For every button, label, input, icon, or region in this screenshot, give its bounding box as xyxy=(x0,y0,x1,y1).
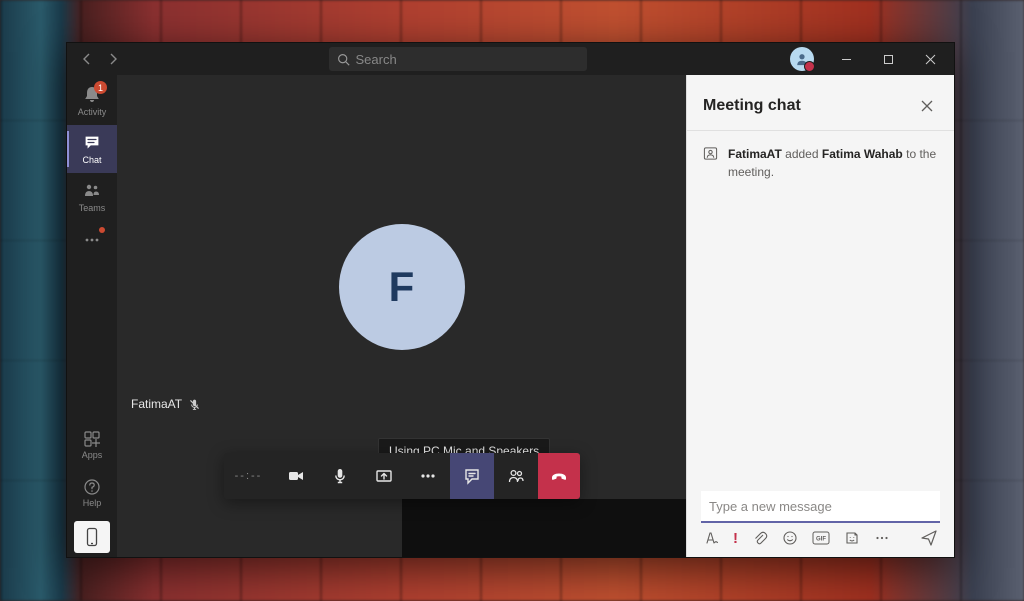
message-input[interactable] xyxy=(701,491,940,523)
titlebar xyxy=(67,43,954,75)
participant-avatar: F xyxy=(339,224,465,350)
nav-activity[interactable]: Activity 1 xyxy=(67,77,117,125)
sticker-icon[interactable] xyxy=(844,530,860,546)
emoji-icon[interactable] xyxy=(782,530,798,546)
maximize-button[interactable] xyxy=(870,45,906,73)
chat-icon xyxy=(82,133,102,153)
teams-icon xyxy=(82,181,102,201)
more-notification-dot xyxy=(99,227,105,233)
priority-icon[interactable]: ! xyxy=(733,530,738,547)
more-compose-icon[interactable] xyxy=(874,530,890,546)
system-message-text: FatimaAT added Fatima Wahab to the meeti… xyxy=(728,145,938,181)
teams-window: Activity 1 Chat Teams Apps He xyxy=(66,42,955,558)
chat-toggle-button[interactable] xyxy=(450,453,494,499)
attach-icon[interactable] xyxy=(752,530,768,546)
search-box[interactable] xyxy=(329,47,587,71)
camera-button[interactable] xyxy=(274,453,318,499)
system-message: FatimaAT added Fatima Wahab to the meeti… xyxy=(703,145,938,181)
chat-panel-title: Meeting chat xyxy=(703,97,801,115)
mic-button[interactable] xyxy=(318,453,362,499)
participant-tag: FatimaAT xyxy=(131,397,201,411)
format-icon[interactable] xyxy=(703,530,719,546)
apps-icon xyxy=(83,430,101,448)
share-button[interactable] xyxy=(362,453,406,499)
hangup-button[interactable] xyxy=(538,453,580,499)
avatar-initial: F xyxy=(389,263,415,311)
call-controls: --:-- xyxy=(224,453,580,499)
profile-avatar[interactable] xyxy=(790,47,814,71)
compose-area: ! GIF xyxy=(687,485,954,557)
meeting-chat-panel: Meeting chat FatimaAT added Fatima Wahab… xyxy=(686,75,954,557)
nav-chat[interactable]: Chat xyxy=(67,125,117,173)
forward-button[interactable] xyxy=(101,47,125,71)
activity-badge: 1 xyxy=(94,81,107,94)
mic-muted-icon xyxy=(188,398,201,411)
person-icon xyxy=(795,52,809,66)
nav-help-label: Help xyxy=(83,498,102,508)
participant-name: FatimaAT xyxy=(131,397,182,411)
nav-mobile-button[interactable] xyxy=(74,521,110,553)
search-icon xyxy=(337,53,350,66)
chat-close-button[interactable] xyxy=(916,95,938,117)
search-input[interactable] xyxy=(356,52,579,67)
send-button[interactable] xyxy=(920,529,938,547)
nav-apps[interactable]: Apps xyxy=(67,421,117,469)
nav-activity-label: Activity xyxy=(78,107,107,117)
nav-chat-label: Chat xyxy=(82,155,101,165)
phone-icon xyxy=(85,527,99,547)
nav-more[interactable] xyxy=(67,221,117,259)
svg-text:GIF: GIF xyxy=(816,537,826,543)
close-button[interactable] xyxy=(912,45,948,73)
nav-teams[interactable]: Teams xyxy=(67,173,117,221)
nav-apps-label: Apps xyxy=(82,450,103,460)
nav-teams-label: Teams xyxy=(79,203,106,213)
gif-icon[interactable]: GIF xyxy=(812,531,830,545)
bottom-strip xyxy=(117,499,686,557)
add-person-icon xyxy=(703,146,718,181)
nav-help[interactable]: Help xyxy=(67,469,117,517)
more-icon xyxy=(83,231,101,249)
help-icon xyxy=(83,478,101,496)
more-actions-button[interactable] xyxy=(406,453,450,499)
minimize-button[interactable] xyxy=(828,45,864,73)
call-timer: --:-- xyxy=(224,453,274,499)
call-stage: F FatimaAT Using PC Mic and Speakers --:… xyxy=(117,75,686,557)
app-bar: Activity 1 Chat Teams Apps He xyxy=(67,75,117,557)
back-button[interactable] xyxy=(75,47,99,71)
participants-button[interactable] xyxy=(494,453,538,499)
